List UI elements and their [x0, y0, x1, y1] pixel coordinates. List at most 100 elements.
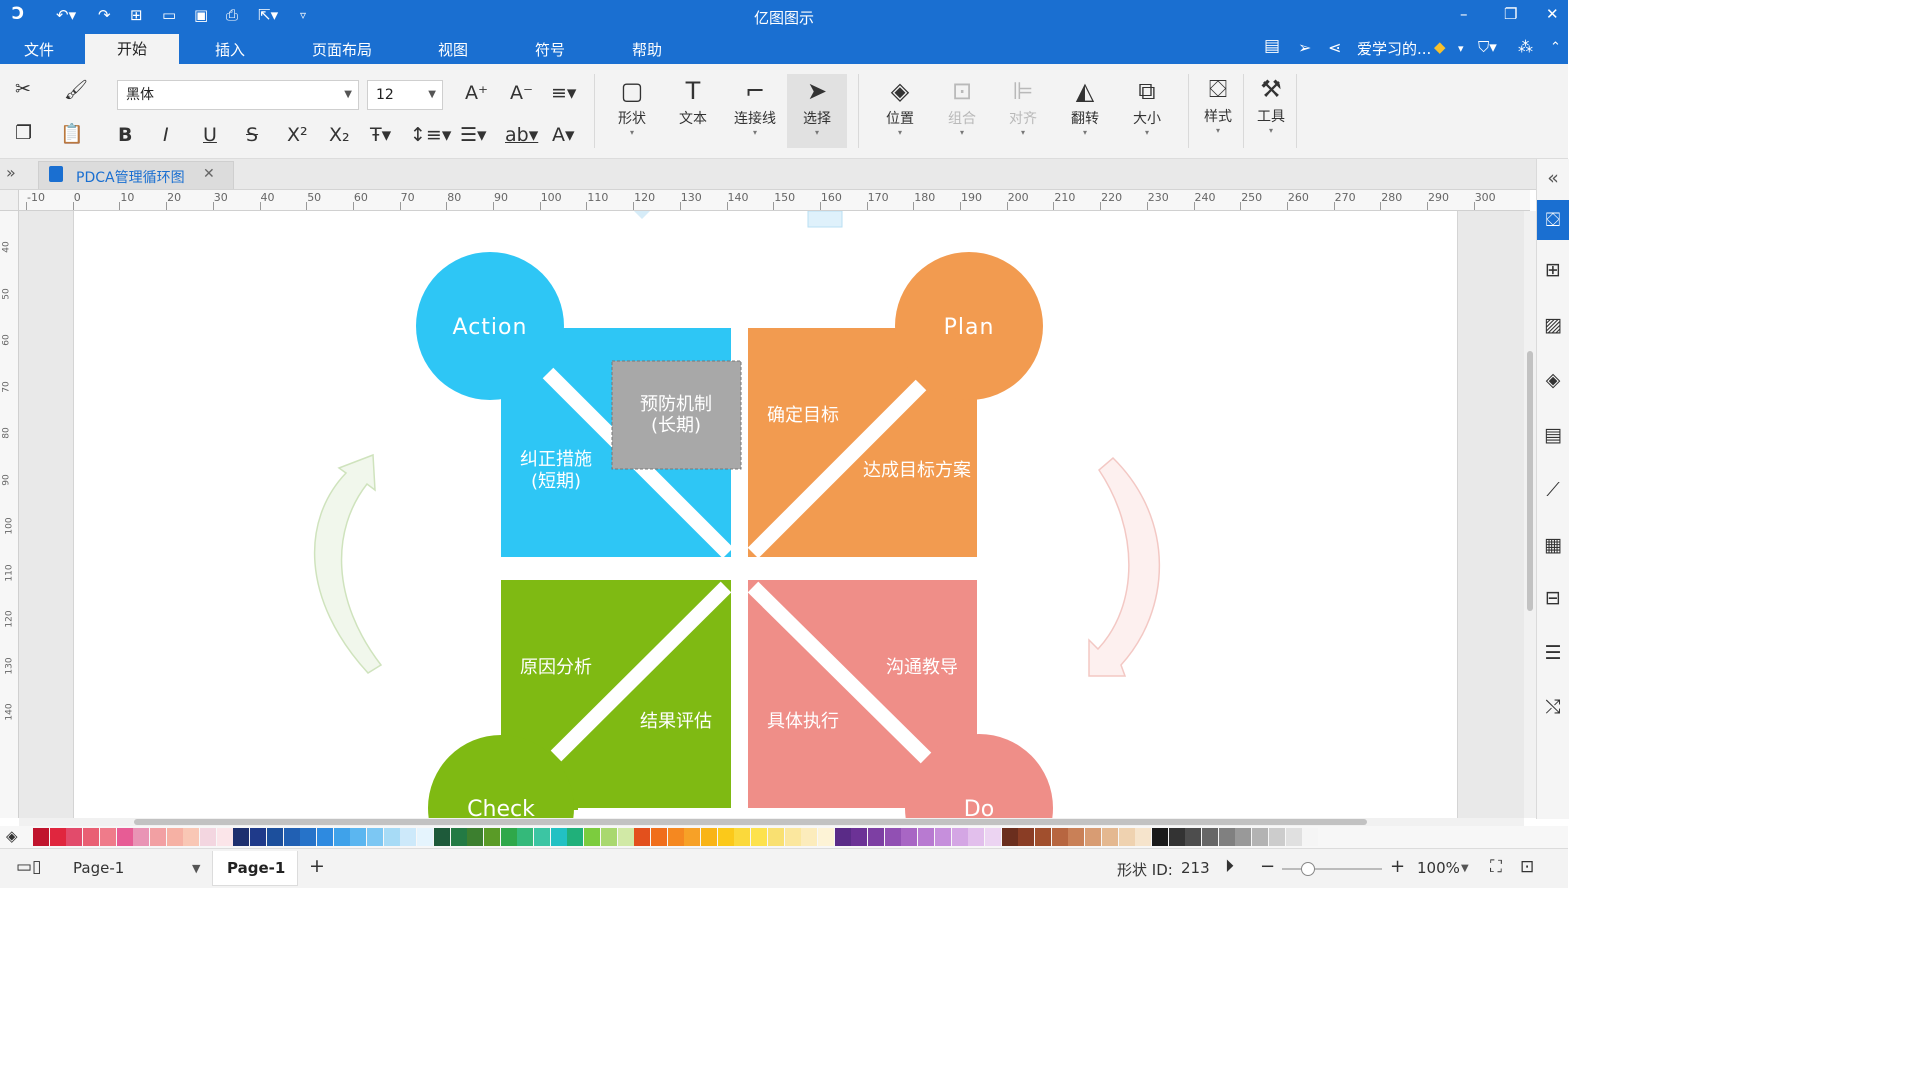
chart-icon[interactable]: ⟋	[1537, 479, 1569, 501]
paste-icon[interactable]: 📋	[60, 122, 84, 145]
color-swatch[interactable]	[333, 828, 350, 846]
color-swatch[interactable]	[300, 828, 317, 846]
fill-icon[interactable]: ◈	[6, 827, 18, 845]
color-swatch[interactable]	[868, 828, 884, 846]
chevron-down-icon[interactable]: ▼	[192, 862, 200, 875]
color-swatch[interactable]	[567, 828, 584, 846]
color-swatch[interactable]	[450, 828, 467, 846]
color-swatch[interactable]	[550, 828, 567, 846]
color-swatch[interactable]	[149, 828, 166, 846]
color-swatch[interactable]	[500, 828, 517, 846]
expand-panel-icon[interactable]: »	[6, 163, 16, 182]
scroll-thumb[interactable]	[1527, 351, 1533, 611]
align-button[interactable]: ⊫ 对齐 ▾	[993, 74, 1053, 138]
color-swatch[interactable]	[1151, 828, 1168, 846]
style-button[interactable]: ⛋ 样式 ▾	[1188, 72, 1248, 136]
color-swatch[interactable]	[467, 828, 484, 846]
font-shrink-icon[interactable]: A⁻	[510, 82, 533, 104]
color-swatch[interactable]	[316, 828, 333, 846]
color-swatch[interactable]	[350, 828, 367, 846]
flip-button[interactable]: ◭ 翻转 ▾	[1055, 74, 1115, 138]
color-swatch[interactable]	[433, 828, 450, 846]
copy-icon[interactable]: ❐	[15, 122, 32, 144]
page-list-icon[interactable]: ▭▯	[16, 857, 41, 877]
color-swatch[interactable]	[116, 828, 133, 846]
format-icon[interactable]: ☰	[1537, 642, 1569, 664]
group-button[interactable]: ⊡ 组合 ▾	[932, 74, 992, 138]
color-swatch[interactable]	[1101, 828, 1118, 846]
color-swatch[interactable]	[517, 828, 534, 846]
color-swatch[interactable]	[1018, 828, 1035, 846]
user-name[interactable]: 爱学习的...	[1357, 38, 1431, 59]
color-swatch[interactable]	[1051, 828, 1068, 846]
color-swatch[interactable]	[183, 828, 200, 846]
color-swatch[interactable]	[951, 828, 968, 846]
align-left-icon[interactable]: ≡▾	[551, 82, 576, 104]
text-color-icon[interactable]: A▾	[552, 124, 575, 146]
connector-button[interactable]: ⌐ 连接线 ▾	[725, 74, 785, 138]
color-swatch[interactable]	[250, 828, 267, 846]
size-button[interactable]: ⧉ 大小 ▾	[1117, 74, 1177, 138]
font-color-icon[interactable]: ab▾	[505, 124, 538, 146]
zoom-out-icon[interactable]: −	[1260, 856, 1275, 877]
check-quadrant[interactable]	[428, 580, 731, 818]
color-swatch[interactable]	[233, 828, 250, 846]
color-swatch[interactable]	[33, 828, 49, 846]
color-swatch[interactable]	[918, 828, 935, 846]
color-swatch[interactable]	[801, 828, 818, 846]
superscript-icon[interactable]: X²	[287, 124, 308, 146]
menu-home[interactable]: 开始	[85, 34, 180, 64]
cut-icon[interactable]: ✂	[15, 78, 31, 100]
close-icon[interactable]: ✕	[1546, 5, 1559, 23]
share-icon[interactable]: ⋖	[1328, 38, 1341, 57]
color-swatch[interactable]	[1268, 828, 1285, 846]
color-swatch[interactable]	[1035, 828, 1051, 846]
color-swatch[interactable]	[617, 828, 634, 846]
color-swatch[interactable]	[383, 828, 400, 846]
color-swatch[interactable]	[1085, 828, 1102, 846]
fill-icon[interactable]: ⛋	[1537, 200, 1569, 240]
color-swatch[interactable]	[133, 828, 150, 846]
zoom-level[interactable]: 100%	[1417, 859, 1460, 877]
color-swatch[interactable]	[534, 828, 550, 846]
page-icon[interactable]: ▤	[1537, 424, 1569, 446]
strikethrough-icon[interactable]: S	[246, 124, 258, 146]
color-swatch[interactable]	[283, 828, 300, 846]
color-swatch[interactable]	[1235, 828, 1252, 846]
color-swatch[interactable]	[734, 828, 751, 846]
layout-icon[interactable]: ⊟	[1537, 587, 1569, 609]
shape-button[interactable]: ▢ 形状 ▾	[602, 74, 662, 138]
bold-icon[interactable]: B	[118, 124, 132, 146]
menu-page-layout[interactable]: 页面布局	[312, 39, 372, 60]
color-swatch[interactable]	[817, 828, 834, 846]
color-swatch[interactable]	[634, 828, 651, 846]
layers-icon[interactable]: ◈	[1537, 369, 1569, 391]
color-swatch[interactable]	[584, 828, 601, 846]
text-button[interactable]: T 文本	[663, 74, 723, 128]
line-spacing-icon[interactable]: ↕≡▾	[410, 124, 451, 146]
color-swatch[interactable]	[834, 828, 851, 846]
cycle-arrow-right[interactable]	[1088, 456, 1161, 677]
color-swatch[interactable]	[1252, 828, 1269, 846]
color-swatch[interactable]	[1168, 828, 1185, 846]
zoom-in-icon[interactable]: +	[1390, 856, 1405, 877]
do-quadrant[interactable]	[748, 580, 1053, 818]
color-swatch[interactable]	[851, 828, 868, 846]
color-swatch[interactable]	[1202, 828, 1218, 846]
scroll-thumb[interactable]	[134, 819, 1367, 825]
color-swatch[interactable]	[684, 828, 701, 846]
shuffle-icon[interactable]: ⤭	[1537, 696, 1569, 718]
apps-icon[interactable]: ⁂	[1518, 38, 1533, 56]
document-tab[interactable]: PDCA管理循环图 ✕	[38, 161, 234, 189]
menu-view[interactable]: 视图	[438, 39, 468, 60]
comment-icon[interactable]: ▤	[1264, 36, 1280, 56]
minimize-icon[interactable]: –	[1460, 5, 1468, 23]
position-button[interactable]: ◈ 位置 ▾	[870, 74, 930, 138]
close-tab-icon[interactable]: ✕	[203, 166, 215, 182]
underline-icon[interactable]: U	[203, 124, 217, 146]
color-swatch[interactable]	[266, 828, 283, 846]
font-family-select[interactable]: 黑体 ▼	[117, 80, 359, 110]
tools-button[interactable]: ⚒ 工具 ▾	[1241, 72, 1301, 136]
send-icon[interactable]: ➢	[1298, 38, 1311, 57]
table-icon[interactable]: ▦	[1537, 534, 1569, 556]
